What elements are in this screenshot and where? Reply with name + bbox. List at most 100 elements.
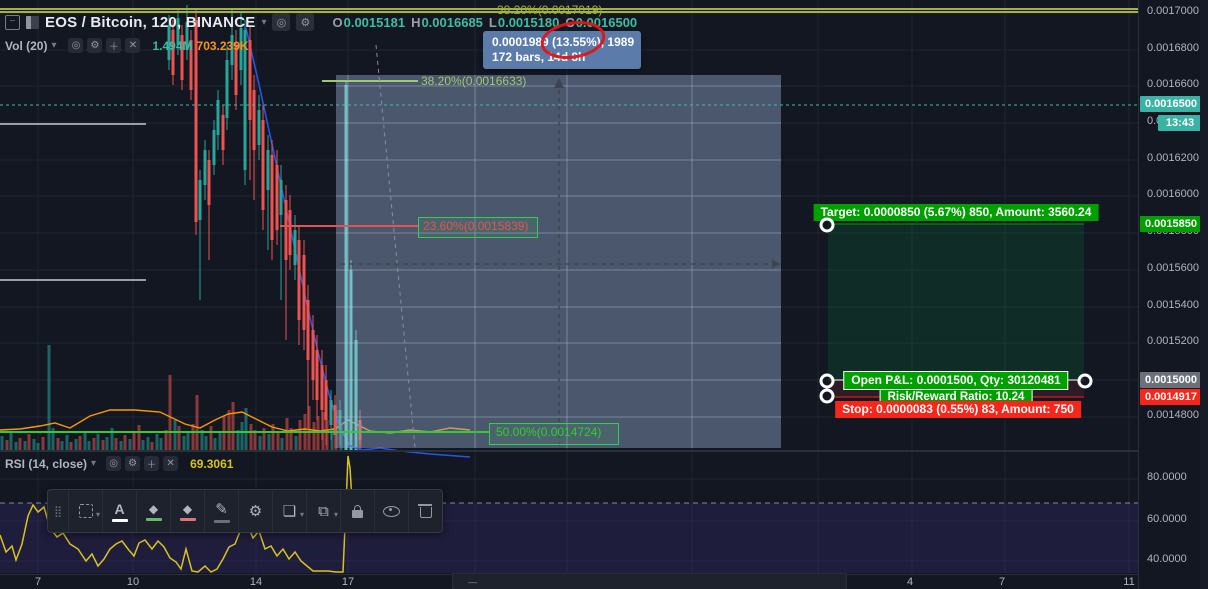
price-tick-label: 0.0016800 [1147,42,1199,54]
rsi-indicator-header: RSI (14, close) ▾ ◎ ⚙ ＋ ✕ 69.3061 [5,456,233,471]
chevron-down-icon: ▾ [95,510,100,519]
close-label: C [565,14,575,30]
close-value: 0.0016500 [575,14,638,30]
time-tick-label: 10 [126,576,140,588]
close-icon[interactable]: ✕ [125,38,141,53]
toolbar-drag-handle[interactable]: ⣿ [48,490,68,532]
price-tick-label: 0.0015400 [1147,299,1199,311]
measure-change: 0.0001989 (13.55%), 1989 [492,35,635,49]
price-tick-label: 0.0017000 [1147,5,1199,17]
fill-color-up-button[interactable]: ◆ [136,490,170,532]
fib-label-2360[interactable]: 23.60%(0.0015839) [423,219,528,233]
time-tick-label: 14 [249,576,263,588]
high-label: H [411,14,421,30]
price-tick-label: 0.0016000 [1147,188,1199,200]
layers-icon: ❏ [282,503,297,520]
fill-color-down-button[interactable]: ◆ [170,490,204,532]
settings-icon[interactable]: ⚙ [296,13,315,31]
drawing-toolbar: ⣿ ▾ A ◆ ◆ ✎ ⚙ ❏ ▾ ⧉ ▾ [47,489,443,533]
measure-tooltip: 0.0001989 (13.55%), 1989 172 bars, 14d 8… [483,31,641,69]
dashed-square-icon [78,504,93,518]
axis-scroll-strip [1200,0,1208,589]
lock-icon [352,505,363,518]
close-icon[interactable]: ✕ [163,456,179,471]
time-tick-label: 17 [341,576,355,588]
tradingview-chart-window: − EOS / Bitcoin, 120, BINANCE ▾ ◎ ⚙ O 0.… [0,0,1208,589]
bucket-icon: ◆ [148,501,159,516]
hide-button[interactable] [374,490,408,532]
pencil-icon: ✎ [215,500,228,518]
target-label[interactable]: Target: 0.0000850 (5.67%) 850, Amount: 3… [813,204,1099,221]
red-swatch [179,517,196,521]
line-style-button[interactable]: ▾ [68,490,102,532]
gear-icon: ⚙ [248,503,263,520]
add-icon[interactable]: ＋ [106,38,122,53]
rsi-value: 69.3061 [190,456,234,471]
trash-icon [417,504,432,518]
open-pl-label[interactable]: Open P&L: 0.0001500, Qty: 30120481 [843,371,1069,390]
chevron-down-icon: ▾ [299,510,304,519]
settings-icon[interactable]: ⚙ [125,456,141,471]
volume-label[interactable]: Vol (20) [5,39,47,53]
price-tick-label: 0.0015600 [1147,262,1199,274]
volume-ma-value: 1.494M [152,38,193,53]
price-badge: 0.0014917 [1140,389,1202,405]
measure-duration: 172 bars, 14d 8h [492,50,586,64]
line-color-button[interactable]: ✎ [204,490,238,532]
visibility-icon[interactable]: ◎ [106,456,122,471]
volume-indicator-header: Vol (20) ▾ ◎ ⚙ ＋ ✕ 1.494M 703.239K [5,38,249,53]
delete-button[interactable] [408,490,442,532]
visibility-icon[interactable]: ◎ [272,13,291,31]
open-label: O [332,14,343,30]
drag-dots-icon: ⣿ [53,505,63,518]
chevron-down-icon[interactable]: ▾ [91,458,96,469]
rsi-tick-label: 60.0000 [1147,513,1187,525]
rsi-tick-label: 80.0000 [1147,471,1187,483]
low-label: L [488,14,497,30]
time-tick-label: 4 [906,576,914,588]
flag-icon[interactable] [26,15,39,29]
price-badge: 13:43 [1158,115,1202,131]
open-value: 0.0015181 [343,14,406,30]
clone-button[interactable]: ⧉ ▾ [306,490,340,532]
bucket-icon: ◆ [182,501,193,516]
price-badge: 0.0015850 [1140,216,1202,232]
settings-button[interactable]: ⚙ [238,490,272,532]
settings-icon[interactable]: ⚙ [87,38,103,53]
rsi-label[interactable]: RSI (14, close) [5,457,87,471]
chevron-down-icon[interactable]: ▾ [261,17,266,28]
price-tick-label: 0.0016600 [1147,78,1199,90]
time-tick-label: 7 [34,576,42,588]
copy-icon: ⧉ [318,502,329,520]
favorites-toolbar: —⟋○○—○1 5A C○○▭ [452,573,847,589]
favorite-tool-button[interactable]: — [453,574,492,587]
symbol-header: − EOS / Bitcoin, 120, BINANCE ▾ ◎ ⚙ O 0.… [5,13,637,31]
chevron-down-icon: ▾ [333,510,338,519]
lock-button[interactable] [340,490,374,532]
time-tick-label: 11 [1123,576,1135,588]
visibility-icon[interactable]: ◎ [68,38,84,53]
chevron-down-icon[interactable]: ▾ [51,40,56,51]
text-icon: A [114,500,125,517]
price-tick-label: 0.0015200 [1147,335,1199,347]
rsi-tick-label: 40.0000 [1147,553,1187,565]
symbol-title[interactable]: EOS / Bitcoin, 120, BINANCE [45,14,255,31]
eye-icon [383,505,400,517]
price-tick-label: 0.0016200 [1147,152,1199,164]
white-swatch [111,518,128,522]
volume-value: 703.239K [196,38,249,53]
text-color-button[interactable]: A [102,490,136,532]
stop-label[interactable]: Stop: 0.0000083 (0.55%) 83, Amount: 750 [835,401,1081,418]
order-button[interactable]: ❏ ▾ [272,490,306,532]
collapse-icon[interactable]: − [5,14,20,30]
price-badge: 0.0015000 [1140,372,1202,388]
low-value: 0.0015180 [497,14,560,30]
high-value: 0.0016685 [421,14,483,30]
fib-label-3820[interactable]: 38.20%(0.0016633) [421,74,526,88]
green-swatch [145,517,162,521]
add-icon[interactable]: ＋ [144,456,160,471]
pane-divider[interactable] [0,450,1138,452]
price-axis[interactable]: 0.00170000.00168000.00166000.00164000.00… [1138,0,1208,589]
fib-label-5000[interactable]: 50.00%(0.0014724) [496,425,601,439]
time-tick-label: 7 [998,576,1006,588]
